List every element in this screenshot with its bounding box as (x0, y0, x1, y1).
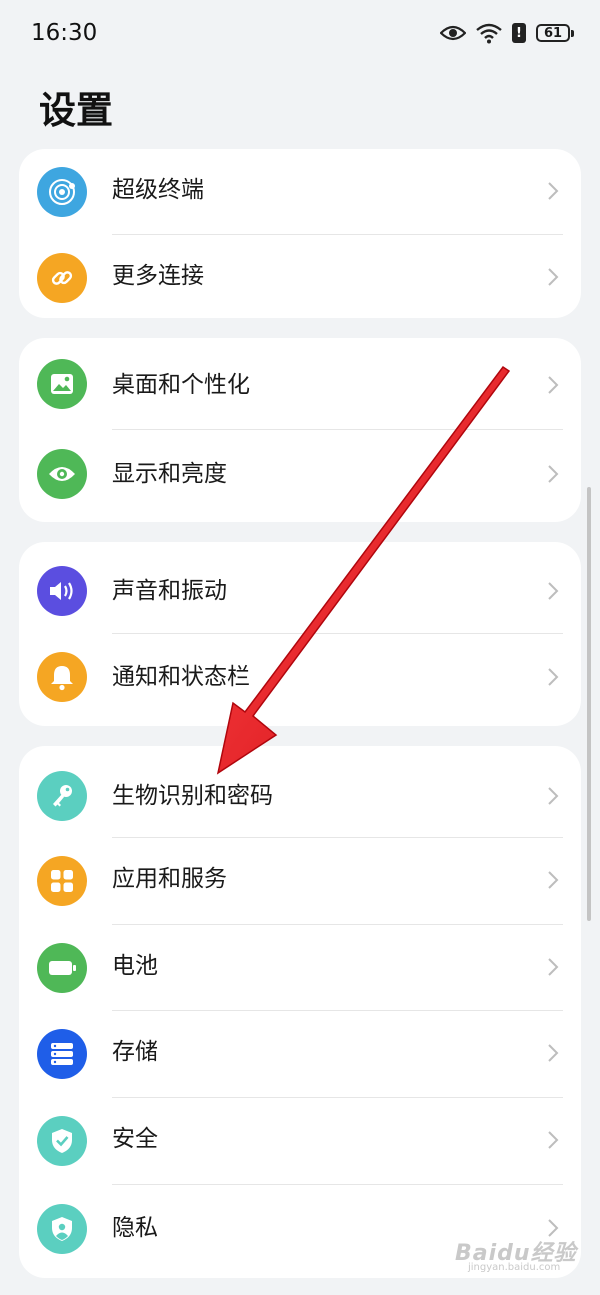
storage-icon (37, 1029, 87, 1079)
battery-icon (37, 943, 87, 993)
settings-item-label: 隐私 (112, 1215, 158, 1241)
speaker-icon (37, 566, 87, 616)
bell-icon (37, 652, 87, 702)
settings-item-label: 安全 (112, 1126, 158, 1152)
super-device-icon (37, 167, 87, 217)
settings-item-security[interactable]: 安全 (19, 1098, 581, 1185)
settings-group-sound-notifications: 声音和振动 通知和状态栏 (19, 542, 581, 726)
settings-group-connectivity: 超级终端 更多连接 (19, 149, 581, 318)
settings-item-label: 生物识别和密码 (112, 783, 273, 809)
chevron-right-icon (548, 1044, 559, 1062)
chevron-right-icon (548, 1131, 559, 1149)
chevron-right-icon (548, 582, 559, 600)
settings-group-display: 桌面和个性化 显示和亮度 (19, 338, 581, 522)
settings-item-battery[interactable]: 电池 (19, 925, 581, 1011)
settings-item-label: 存储 (112, 1039, 158, 1065)
image-icon (37, 359, 87, 409)
scrollbar[interactable] (587, 487, 591, 921)
battery-indicator: 61 (536, 24, 574, 42)
status-icons: ! 61 (440, 22, 574, 44)
wifi-icon (476, 23, 502, 44)
settings-group-system: 生物识别和密码 应用和服务 电池 存储 安全 隐私 (19, 746, 581, 1278)
chevron-right-icon (548, 376, 559, 394)
chevron-right-icon (548, 958, 559, 976)
settings-item-storage[interactable]: 存储 (19, 1011, 581, 1098)
settings-item-label: 通知和状态栏 (112, 664, 250, 690)
key-icon (37, 771, 87, 821)
eye-icon (37, 449, 87, 499)
settings-item-notifications-status-bar[interactable]: 通知和状态栏 (19, 634, 581, 726)
apps-grid-icon (37, 856, 87, 906)
shield-check-icon (37, 1116, 87, 1166)
settings-item-sound-vibration[interactable]: 声音和振动 (19, 542, 581, 634)
watermark-subtext: jingyan.baidu.com (468, 1262, 561, 1273)
chevron-right-icon (548, 268, 559, 286)
settings-item-label: 桌面和个性化 (112, 372, 250, 398)
settings-item-super-device[interactable]: 超级终端 (19, 149, 581, 235)
settings-item-more-connections[interactable]: 更多连接 (19, 235, 581, 318)
settings-item-biometrics-password[interactable]: 生物识别和密码 (19, 746, 581, 838)
settings-item-display-brightness[interactable]: 显示和亮度 (19, 430, 581, 522)
status-bar: 16:30 ! 61 (0, 0, 600, 70)
settings-item-label: 更多连接 (112, 263, 204, 289)
settings-item-label: 超级终端 (112, 177, 204, 203)
chevron-right-icon (548, 787, 559, 805)
settings-item-home-screen[interactable]: 桌面和个性化 (19, 338, 581, 430)
privacy-shield-icon (37, 1204, 87, 1254)
settings-item-label: 显示和亮度 (112, 461, 227, 487)
settings-item-label: 电池 (112, 953, 158, 979)
chevron-right-icon (548, 871, 559, 889)
alert-icon: ! (512, 23, 526, 43)
chevron-right-icon (548, 465, 559, 483)
settings-item-label: 应用和服务 (112, 866, 227, 892)
chevron-right-icon (548, 182, 559, 200)
chevron-right-icon (548, 668, 559, 686)
link-icon (37, 253, 87, 303)
status-time: 16:30 (31, 20, 98, 46)
settings-item-apps-services[interactable]: 应用和服务 (19, 838, 581, 925)
page-title: 设置 (39, 89, 113, 132)
settings-item-label: 声音和振动 (112, 578, 227, 604)
eye-comfort-icon (440, 25, 466, 41)
